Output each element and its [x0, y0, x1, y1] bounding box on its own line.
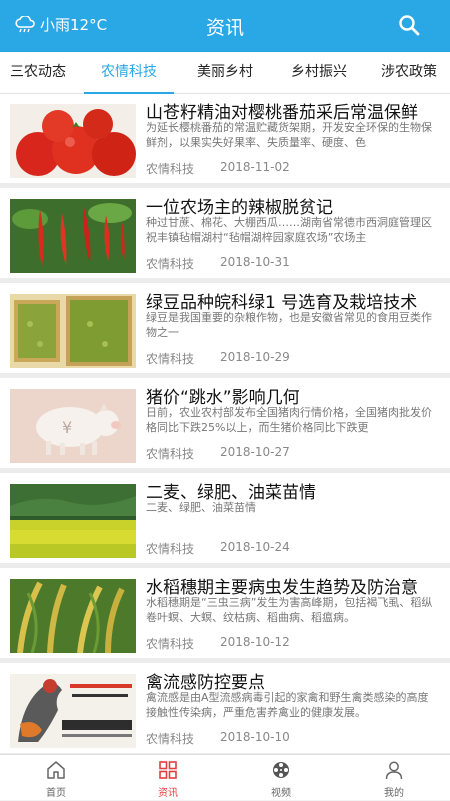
tab-xiangcun-zhenxing[interactable]: 乡村振兴 — [274, 52, 364, 94]
article-category: 农情科技 — [146, 732, 195, 746]
grid-icon — [159, 761, 177, 779]
article-summary: 种过甘蔗、棉花、大棚西瓜……湖南省常德市西洞庭管理区祝丰镇毡帽湖村“毡帽湖梓园家… — [146, 216, 432, 244]
tab-meili-xiangcun[interactable]: 美丽乡村 — [180, 52, 270, 94]
article-date: 2018-10-24 — [220, 540, 290, 554]
film-reel-icon — [273, 762, 289, 778]
article-item[interactable]: 绿豆品种皖科绿1 号选育及栽培技术 绿豆是我国重要的杂粮作物，也是安徽省常见的食… — [0, 284, 450, 378]
article-category: 农情科技 — [146, 352, 195, 366]
article-category: 农情科技 — [146, 162, 195, 176]
article-thumbnail-chili — [10, 199, 136, 273]
article-date: 2018-10-10 — [220, 730, 290, 744]
article-thumbnail-mung-beans — [10, 294, 136, 368]
article-item[interactable]: 水稻穗期主要病虫发生趋势及防治意 水稻穗期是“三虫三病”发生为害高峰期，包括褐飞… — [0, 569, 450, 663]
article-category: 农情科技 — [146, 447, 195, 461]
article-summary: 日前，农业农村部发布全国猪肉行情价格，全国猪肉批发价格同比下跌25%以上，而生猪… — [146, 406, 432, 434]
home-icon — [47, 761, 65, 779]
article-category: 农情科技 — [146, 637, 195, 651]
article-category: 农情科技 — [146, 257, 195, 271]
tab-shenong-zhengce[interactable]: 涉农政策 — [368, 52, 450, 94]
nav-news[interactable]: 资讯 — [112, 755, 224, 801]
article-thumbnail-bird-flu-poster — [10, 674, 136, 748]
search-button[interactable] — [398, 14, 420, 40]
article-summary: 水稻穗期是“三虫三病”发生为害高峰期，包括褐飞虱、稻纵卷叶螟、大螟、纹枯病、稻曲… — [146, 596, 433, 624]
article-summary: 绿豆是我国重要的杂粮作物，也是安徽省常见的食用豆类作物之一 — [146, 311, 432, 339]
nav-profile[interactable]: 我的 — [338, 755, 450, 801]
tab-sannong-dongtai[interactable]: 三农动态 — [0, 52, 76, 94]
article-thumbnail-rapeseed-field — [10, 484, 136, 558]
article-date: 2018-10-29 — [220, 350, 290, 364]
nav-home-label: 首页 — [46, 788, 66, 799]
nav-news-label: 资讯 — [158, 788, 178, 799]
category-tabs: 三农动态 农情科技 美丽乡村 乡村振兴 涉农政策 — [0, 52, 450, 94]
svg-text:¥: ¥ — [62, 418, 72, 437]
article-item[interactable]: 山苍籽精油对樱桃番茄采后常温保鲜 为延长樱桃番茄的常温贮藏货架期，开发安全环保的… — [0, 94, 450, 188]
search-icon — [399, 15, 420, 36]
page-title: 资讯 — [205, 17, 244, 39]
article-date: 2018-10-12 — [220, 635, 290, 649]
top-app-bar: 小雨12°C 资讯 — [0, 0, 450, 52]
tab-nongqing-keji[interactable]: 农情科技 — [82, 52, 176, 94]
article-date: 2018-10-27 — [220, 445, 290, 459]
article-summary: 为延长樱桃番茄的常温贮藏货架期，开发安全环保的生物保鲜剂，以果实失好果率、失质量… — [146, 121, 432, 149]
nav-video-label: 视频 — [271, 788, 291, 799]
nav-profile-label: 我的 — [384, 788, 404, 799]
article-list: 山苍籽精油对樱桃番茄采后常温保鲜 为延长樱桃番茄的常温贮藏货架期，开发安全环保的… — [0, 94, 450, 754]
user-icon — [385, 761, 403, 780]
article-thumbnail-rice — [10, 579, 136, 653]
article-date: 2018-11-02 — [220, 160, 290, 174]
article-thumbnail-pig: ¥ — [10, 389, 136, 463]
article-summary: 二麦、绿肥、油菜苗情 — [146, 501, 256, 514]
nav-video[interactable]: 视频 — [225, 755, 337, 801]
nav-home[interactable]: 首页 — [0, 755, 112, 801]
article-date: 2018-10-31 — [220, 255, 290, 269]
article-item[interactable]: ¥ 猪价“跳水”影响几何 日前，农业农村部发布全国猪肉行情价格，全国猪肉批发价格… — [0, 379, 450, 473]
article-item[interactable]: 一位农场主的辣椒脱贫记 种过甘蔗、棉花、大棚西瓜……湖南省常德市西洞庭管理区祝丰… — [0, 189, 450, 283]
article-item[interactable]: 二麦、绿肥、油菜苗情 二麦、绿肥、油菜苗情 农情科技 2018-10-24 — [0, 474, 450, 568]
bottom-navigation: 首页 资讯 视频 我的 — [0, 754, 450, 800]
article-thumbnail-tomatoes — [10, 104, 136, 178]
article-category: 农情科技 — [146, 542, 195, 556]
article-summary: 禽流感是由A型流感病毒引起的家禽和野生禽类感染的高度接触性传染病，严重危害养禽业… — [146, 691, 429, 719]
article-item[interactable]: 禽流感防控要点 禽流感是由A型流感病毒引起的家禽和野生禽类感染的高度接触性传染病… — [0, 664, 450, 754]
